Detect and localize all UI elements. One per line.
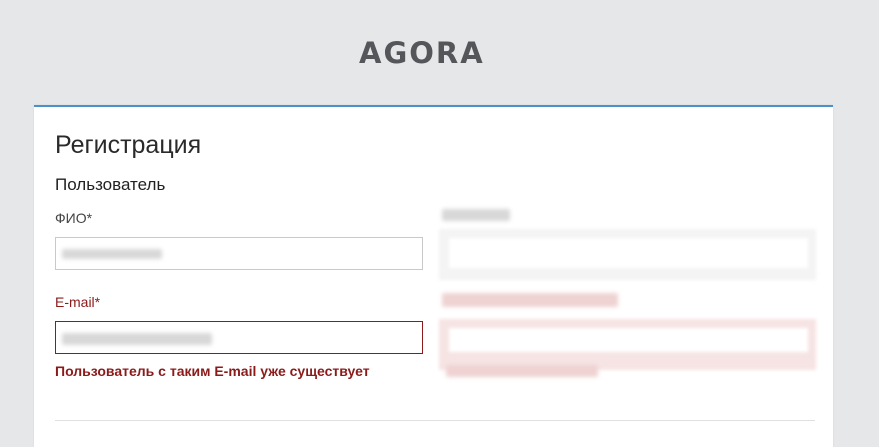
redacted-text [62,249,162,259]
page-title: Регистрация [55,131,202,159]
redacted-error [446,365,598,377]
email-error-message: Пользователь с таким E-mail уже существу… [55,363,370,379]
email-label: E-mail* [55,294,101,310]
redacted-text [62,333,212,345]
section-title: Пользователь [55,175,166,194]
redacted-field[interactable] [439,319,816,370]
logo: AGORA [359,36,485,70]
registration-card: Регистрация Пользователь ФИО* E-mail* По… [34,105,833,447]
redacted-field[interactable] [439,229,816,280]
redacted-label [442,293,618,307]
redacted-label [442,209,510,221]
divider [55,420,815,421]
fio-label: ФИО* [55,210,93,226]
